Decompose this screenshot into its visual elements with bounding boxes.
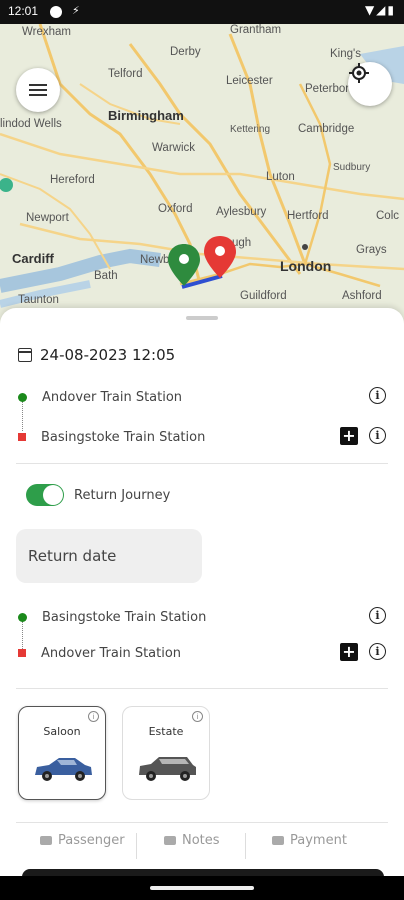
map-label: Taunton xyxy=(18,294,59,306)
info-icon[interactable]: i xyxy=(192,711,203,722)
map-label: Ashford xyxy=(342,290,382,302)
map-view[interactable]: Wrexham Grantham Derby King's Telford Le… xyxy=(0,24,404,324)
return-journey-toggle[interactable] xyxy=(26,484,64,506)
pickup-datetime[interactable]: 24-08-2023 12:05 xyxy=(18,346,175,364)
add-stop-icon[interactable]: + xyxy=(340,427,358,445)
saloon-car-icon xyxy=(35,758,92,781)
tab-label: Notes xyxy=(182,833,220,848)
map-label: Warwick xyxy=(152,142,196,154)
map-label: Cardiff xyxy=(12,251,54,266)
divider xyxy=(16,688,388,689)
return-from-label: Basingstoke Train Station xyxy=(42,609,207,625)
home-gesture-pill[interactable] xyxy=(150,886,254,890)
passenger-icon xyxy=(40,836,52,845)
pickup-datetime-text: 24-08-2023 12:05 xyxy=(40,346,176,364)
map-label: Sudbury xyxy=(333,162,371,173)
hamburger-icon xyxy=(29,81,47,99)
info-icon[interactable]: i xyxy=(369,427,386,444)
info-icon[interactable]: i xyxy=(369,387,386,404)
vehicle-card-estate[interactable]: i Estate xyxy=(122,706,210,800)
usb-icon: ⚡ xyxy=(72,4,80,17)
notes-icon xyxy=(164,836,176,845)
estate-car-icon xyxy=(139,757,196,781)
map-label: Oxford xyxy=(158,203,193,215)
return-journey-row[interactable]: Return Journey xyxy=(26,484,170,506)
crosshair-icon xyxy=(349,63,369,83)
payment-icon xyxy=(272,836,284,845)
map-label: Grantham xyxy=(230,24,282,36)
destination-square-icon xyxy=(18,649,26,657)
return-to-stop[interactable]: Andover Train Station + i xyxy=(14,642,390,664)
tab-notes[interactable]: Notes xyxy=(164,833,220,848)
origin-dot-icon xyxy=(18,392,27,402)
map-label: Kettering xyxy=(230,124,271,135)
vehicle-label: Saloon xyxy=(43,725,81,738)
map-label: Luton xyxy=(266,171,295,183)
return-journey-label: Return Journey xyxy=(74,487,171,503)
map-label: Leicester xyxy=(226,75,273,87)
menu-button[interactable] xyxy=(16,68,60,112)
tab-payment[interactable]: Payment xyxy=(272,833,347,848)
outbound-to-stop[interactable]: Basingstoke Train Station + i xyxy=(14,426,390,448)
calendar-icon xyxy=(18,348,32,362)
vehicle-card-saloon[interactable]: i Saloon xyxy=(18,706,106,800)
map-label: Derby xyxy=(170,46,201,58)
return-date-field[interactable]: Return date xyxy=(16,529,202,583)
sheet-drag-handle[interactable] xyxy=(186,316,218,320)
map-label: King's xyxy=(330,48,361,60)
map-label: Cambridge xyxy=(298,123,355,135)
origin-dot-icon xyxy=(18,612,27,622)
outbound-from-label: Andover Train Station xyxy=(42,389,183,405)
map-label: Grays xyxy=(356,244,387,256)
origin-pin-icon[interactable] xyxy=(166,242,206,290)
tab-separator xyxy=(136,833,137,859)
destination-square-icon xyxy=(18,433,26,441)
map-label: Newport xyxy=(26,212,69,224)
map-label: Newb xyxy=(140,254,170,266)
map-label: London xyxy=(280,258,332,274)
booking-sheet: 24-08-2023 12:05 Andover Train Station i… xyxy=(0,308,404,900)
system-nav-bar xyxy=(0,876,404,900)
map-label: Birmingham xyxy=(108,108,184,123)
status-time: 12:01 xyxy=(8,4,39,18)
return-from-stop[interactable]: Basingstoke Train Station i xyxy=(14,606,390,628)
divider xyxy=(16,463,388,464)
vehicle-label: Estate xyxy=(148,725,184,738)
my-location-button[interactable] xyxy=(348,62,392,106)
info-icon[interactable]: i xyxy=(369,607,386,624)
bottom-tabs: Passenger Notes Payment xyxy=(16,822,388,863)
return-to-label: Andover Train Station xyxy=(41,645,182,661)
tab-label: Payment xyxy=(290,833,347,848)
map-label: lindod Wells xyxy=(0,118,62,130)
return-date-placeholder: Return date xyxy=(28,547,117,565)
map-label: Hertford xyxy=(287,210,329,222)
destination-pin-icon[interactable] xyxy=(202,234,242,282)
map-label: Hereford xyxy=(50,174,95,186)
map-label: Colc xyxy=(376,210,400,222)
info-icon[interactable]: i xyxy=(369,643,386,660)
outbound-from-stop[interactable]: Andover Train Station i xyxy=(14,386,390,408)
outbound-to-label: Basingstoke Train Station xyxy=(41,429,206,445)
map-label: Bath xyxy=(94,270,118,282)
tab-separator xyxy=(245,833,246,859)
map-label: Telford xyxy=(108,68,143,80)
map-label: Guildford xyxy=(240,290,287,302)
map-label: Wrexham xyxy=(22,26,71,38)
circle-icon xyxy=(50,6,62,18)
signal-battery-icons: ▼◢▮ xyxy=(364,3,396,17)
map-label: Aylesbury xyxy=(216,206,267,218)
add-stop-icon[interactable]: + xyxy=(340,643,358,661)
tab-label: Passenger xyxy=(58,833,125,848)
tab-passenger[interactable]: Passenger xyxy=(40,833,125,848)
status-bar: 12:01 ⚡ ▼◢▮ xyxy=(0,0,404,24)
info-icon[interactable]: i xyxy=(88,711,99,722)
